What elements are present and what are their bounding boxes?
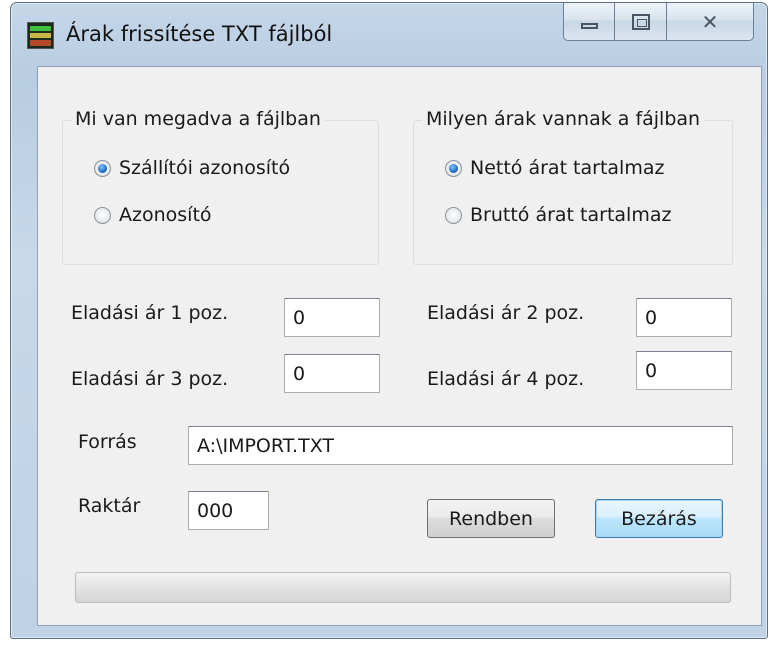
- source-label: Forrás: [78, 431, 137, 453]
- close-button[interactable]: Bezárás: [595, 499, 723, 538]
- radio-gross-price[interactable]: Bruttó árat tartalmaz: [445, 204, 671, 226]
- group-price-type: Milyen árak vannak a fájlban Nettó árat …: [413, 108, 733, 265]
- price-3-input[interactable]: 0: [284, 354, 380, 393]
- price-1-input[interactable]: 0: [284, 298, 380, 337]
- close-window-button[interactable]: ✕: [667, 3, 754, 41]
- price-2-input[interactable]: 0: [636, 298, 732, 337]
- group-file-content-legend: Mi van megadva a fájlban: [71, 108, 325, 130]
- ok-button[interactable]: Rendben: [427, 499, 555, 538]
- source-input[interactable]: A:\IMPORT.TXT: [188, 426, 733, 465]
- price-1-label: Eladási ár 1 poz.: [71, 302, 229, 324]
- progress-bar: [75, 572, 731, 603]
- warehouse-label: Raktár: [78, 495, 141, 517]
- group-file-content: Mi van megadva a fájlban Szállítói azono…: [62, 108, 379, 265]
- price-4-label: Eladási ár 4 poz.: [427, 368, 585, 390]
- radio-unchecked-icon: [445, 206, 462, 224]
- price-3-label: Eladási ár 3 poz.: [71, 368, 229, 390]
- caption-buttons: ✕: [563, 3, 754, 41]
- radio-checked-icon: [94, 159, 111, 177]
- price-2-label: Eladási ár 2 poz.: [427, 302, 585, 324]
- title-bar[interactable]: Árak frissítése TXT fájlból ✕: [11, 3, 767, 69]
- dialog-window: Árak frissítése TXT fájlból ✕ Mi van meg…: [10, 2, 768, 639]
- close-icon: ✕: [701, 9, 719, 34]
- radio-net-price[interactable]: Nettó árat tartalmaz: [445, 157, 664, 179]
- radio-gross-price-label: Bruttó árat tartalmaz: [470, 204, 672, 226]
- radio-unchecked-icon: [94, 206, 111, 224]
- app-icon[interactable]: [27, 22, 54, 49]
- radio-id-label: Azonosító: [119, 204, 212, 226]
- radio-supplier-id-label: Szállítói azonosító: [119, 157, 291, 179]
- group-price-type-legend: Milyen árak vannak a fájlban: [422, 108, 705, 130]
- window-title: Árak frissítése TXT fájlból: [66, 22, 333, 46]
- maximize-button[interactable]: [615, 3, 667, 41]
- dialog-client-area: Mi van megadva a fájlban Szállítói azono…: [37, 66, 762, 626]
- maximize-icon: [631, 13, 650, 30]
- radio-supplier-id[interactable]: Szállítói azonosító: [94, 157, 290, 179]
- minimize-button[interactable]: [563, 3, 615, 41]
- radio-id[interactable]: Azonosító: [94, 204, 212, 226]
- price-4-input[interactable]: 0: [636, 351, 732, 390]
- radio-net-price-label: Nettó árat tartalmaz: [470, 157, 665, 179]
- minimize-icon: [580, 22, 598, 29]
- radio-checked-icon: [445, 159, 462, 177]
- warehouse-input[interactable]: 000: [188, 491, 269, 530]
